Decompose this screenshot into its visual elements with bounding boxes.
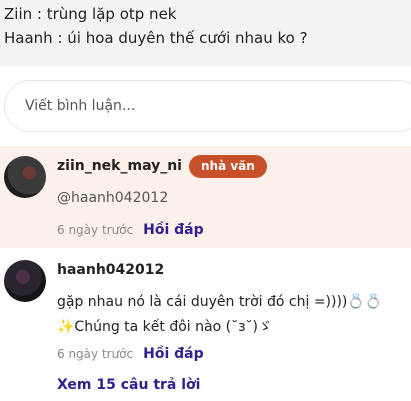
author-badge: nhà văn	[189, 155, 267, 178]
comment-text: gặp nhau nó là cái duyên trời đó chị =))…	[57, 294, 383, 310]
post-line: Haanh : úi hoa duyên thế cưới nhau ko ?	[4, 29, 308, 47]
comment-meta: 6 ngày trước Hồi đáp	[57, 346, 204, 362]
comment-timestamp: 6 ngày trước	[57, 223, 134, 237]
comment-timestamp: 6 ngày trước	[57, 347, 134, 361]
post-text-box: Ziin : trùng lặp otp nek Haanh : úi hoa …	[0, 0, 411, 66]
post-line: Ziin : trùng lặp otp nek	[4, 5, 177, 23]
view-replies-link[interactable]: Xem 15 câu trả lời	[57, 377, 200, 393]
comment-input[interactable]	[4, 80, 411, 132]
comment-meta: 6 ngày trước Hồi đáp	[57, 222, 204, 238]
comment-item: ziin_nek_may_ni nhà văn @haanh042012 6 n…	[0, 146, 411, 248]
avatar[interactable]	[4, 260, 46, 302]
reply-button[interactable]: Hồi đáp	[143, 222, 204, 238]
comment-text: ✨Chúng ta kết đôi nào (˘з˘)ゞ	[57, 319, 272, 335]
comment-item: haanh042012 gặp nhau nó là cái duyên trờ…	[0, 252, 411, 401]
reply-button[interactable]: Hồi đáp	[143, 346, 204, 362]
comment-username[interactable]: ziin_nek_may_ni	[57, 158, 182, 174]
comment-text: @haanh042012	[57, 190, 169, 206]
avatar[interactable]	[4, 156, 46, 198]
comment-username[interactable]: haanh042012	[57, 262, 164, 278]
